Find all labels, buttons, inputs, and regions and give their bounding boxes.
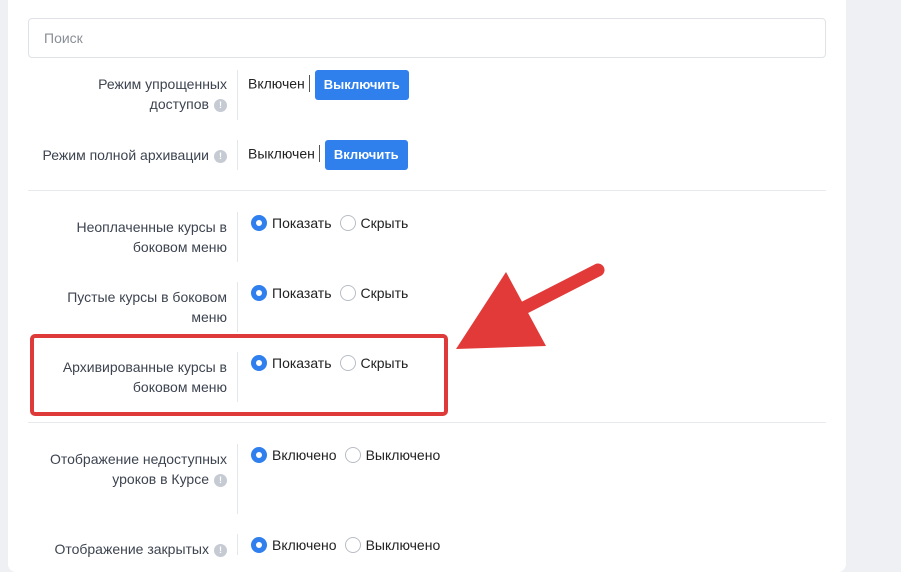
unpaid-courses-label: Неоплаченные курсы в боковом меню [76, 219, 228, 255]
radio-hide[interactable]: Скрыть [339, 213, 409, 233]
info-icon[interactable]: ! [214, 474, 227, 487]
status-text: Включен [248, 75, 305, 92]
radio-dot-checked[interactable] [251, 537, 267, 553]
radio-dot-checked[interactable] [251, 215, 267, 231]
search-input[interactable] [28, 18, 826, 58]
closed-lessons-label: Отображение закрытых! [27, 539, 227, 559]
unavailable-lessons-label: Отображение недоступных уроков в Курсе! [47, 449, 227, 489]
radio-show[interactable]: Показать [251, 283, 332, 303]
radio-label: Показать [272, 285, 332, 301]
row-divider-line [237, 444, 238, 514]
radio-label: Скрыть [360, 285, 409, 301]
full-archive-control: Выключен Включить [248, 140, 408, 170]
radio-label: Скрыть [360, 215, 409, 231]
unavailable-lessons-label-text: Отображение недоступных уроков в Курсе [49, 451, 227, 487]
radio-dot-unchecked[interactable] [339, 285, 356, 301]
simplified-access-label-text: Режим упрощенных доступов [98, 76, 227, 112]
radio-dot-unchecked[interactable] [344, 447, 361, 463]
radio-enabled[interactable]: Включено [251, 445, 337, 465]
radio-dot-unchecked[interactable] [344, 537, 361, 553]
radio-label: Включено [272, 447, 337, 463]
unpaid-courses-radio-group: Показать Скрыть [251, 213, 416, 236]
radio-label: Показать [272, 215, 332, 231]
status-separator [318, 144, 320, 162]
empty-courses-label: Пустые курсы в боковом меню [67, 289, 227, 325]
row-divider-line [237, 70, 238, 120]
row-divider-line [237, 534, 238, 555]
enable-button[interactable]: Включить [324, 140, 408, 170]
radio-hide[interactable]: Скрыть [339, 283, 409, 303]
disable-button[interactable]: Выключить [314, 70, 409, 100]
info-icon[interactable]: ! [214, 150, 227, 163]
radio-dot-unchecked[interactable] [339, 215, 356, 231]
highlight-box [30, 334, 448, 416]
radio-dot-checked[interactable] [251, 447, 267, 463]
arrow-annotation [456, 263, 605, 349]
radio-label: Включено [272, 537, 337, 553]
radio-show[interactable]: Показать [251, 213, 332, 233]
status-separator [308, 74, 310, 92]
unavailable-lessons-radio-group: Включено Выключено [251, 445, 448, 468]
empty-courses-radio-group: Показать Скрыть [251, 283, 416, 306]
row-divider-line [237, 212, 238, 262]
row-divider-line [237, 282, 238, 332]
simplified-access-control: Включен Выключить [248, 70, 409, 100]
full-archive-label: Режим полной архивации! [7, 145, 227, 165]
status-text: Выключен [248, 145, 315, 162]
full-archive-label-text: Режим полной архивации [42, 147, 209, 163]
info-icon[interactable]: ! [214, 544, 227, 557]
section-divider [28, 422, 826, 423]
row-divider-line [237, 140, 238, 170]
section-divider [28, 190, 826, 191]
radio-disabled[interactable]: Выключено [344, 535, 441, 555]
info-icon[interactable]: ! [214, 99, 227, 112]
radio-label: Выключено [365, 537, 441, 553]
radio-enabled[interactable]: Включено [251, 535, 337, 555]
simplified-access-label: Режим упрощенных доступов! [67, 74, 227, 114]
radio-dot-checked[interactable] [251, 285, 267, 301]
radio-disabled[interactable]: Выключено [344, 445, 441, 465]
radio-label: Выключено [365, 447, 441, 463]
